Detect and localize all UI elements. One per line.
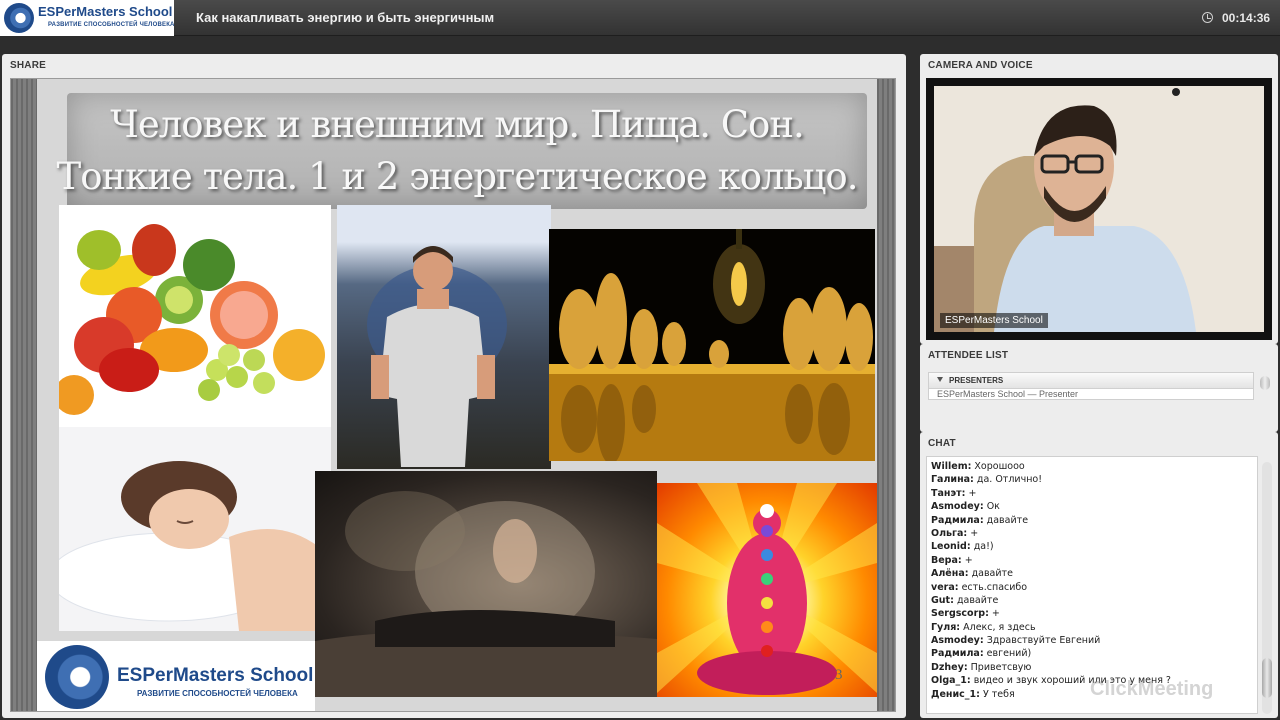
logo-text: ESPerMasters School [38, 4, 173, 19]
share-header: SHARE [10, 60, 47, 71]
share-panel: SHARE Человек и внешним мир. Пища. Сон. … [2, 54, 906, 718]
chat-message: Dzhey: Приветсвую [931, 661, 1257, 674]
chat-text: да!) [973, 541, 994, 553]
chat-message: Willem: Хорошооо [931, 460, 1257, 473]
chat-text: + [991, 608, 1000, 620]
eye-logo-icon [4, 3, 34, 33]
chat-username: Leonid: [931, 541, 971, 553]
webinar-room: ESPerMasters School РАЗВИТИЕ СПОСОБНОСТЕ… [0, 0, 1280, 720]
chat-message: Asmodey: Ок [931, 500, 1257, 513]
chat-message: vera: есть.спасибо [931, 581, 1257, 594]
slide-border-right [877, 79, 895, 711]
camera-name-label: ESPerMasters School [940, 313, 1048, 328]
camera-header: CAMERA AND VOICE [928, 60, 1033, 71]
chat-text: + [968, 487, 977, 499]
chat-text: Здравствуйте Евгений [986, 635, 1101, 647]
collapse-triangle-icon[interactable] [937, 377, 943, 382]
chat-message: Галина: да. Отлично! [931, 473, 1257, 486]
clock-icon [1202, 12, 1213, 23]
golden-forest-image [549, 229, 875, 461]
chat-username: Sergscorp: [931, 608, 989, 620]
chat-username: Asmodey: [931, 501, 984, 513]
astral-body-image [315, 471, 657, 697]
attendee-list-header: ATTENDEE LIST [928, 350, 1009, 361]
webinar-title: Как накапливать энергию и быть энергичны… [196, 10, 495, 25]
presenter-video: ESPerMasters School [934, 86, 1264, 332]
slide-border-left [11, 79, 37, 711]
session-timer: 00:14:36 [1222, 11, 1271, 25]
chat-username: Радмила: [931, 648, 984, 660]
chat-message: Радмила: давайте [931, 514, 1257, 527]
chat-message: Asmodey: Здравствуйте Евгений [931, 634, 1257, 647]
chat-username: Willem: [931, 461, 972, 472]
man-photo [337, 205, 551, 469]
logo-subtitle: РАЗВИТИЕ СПОСОБНОСТЕЙ ЧЕЛОВЕКА [48, 22, 175, 28]
chat-username: Вера: [931, 554, 962, 566]
presenters-group-label: PRESENTERS [949, 376, 1004, 385]
presentation-slide-frame: Человек и внешним мир. Пища. Сон. Тонкие… [10, 78, 896, 712]
chat-text: да. Отлично! [976, 474, 1043, 486]
sleeping-woman-image [59, 427, 331, 631]
camera-panel: CAMERA AND VOICE ESPerMasters School [920, 54, 1278, 344]
attendee-scrollbar[interactable] [1260, 376, 1270, 390]
eye-logo-icon [45, 645, 109, 709]
chat-text: + [970, 527, 979, 539]
chat-message: Гуля: Алекс, я здесь [931, 621, 1257, 634]
chat-username: Радмила: [931, 514, 984, 526]
slide-logo-text: ESPerMasters School [117, 665, 314, 686]
chat-username: Asmodey: [931, 635, 984, 647]
chat-scrollbar[interactable] [1262, 462, 1272, 714]
chat-scroll-thumb[interactable] [1262, 658, 1272, 698]
chat-text: У тебя [982, 688, 1015, 700]
school-logo: ESPerMasters School РАЗВИТИЕ СПОСОБНОСТЕ… [0, 0, 174, 36]
chat-username: Dzhey: [931, 661, 968, 673]
chat-message: Алёна: давайте [931, 567, 1257, 580]
chat-message: Gut: давайте [931, 594, 1257, 607]
presenters-group[interactable]: PRESENTERS [929, 373, 1253, 389]
slide-title-line-1: Человек и внешним мир. Пища. Сон. [110, 103, 805, 146]
chat-text: давайте [956, 594, 999, 606]
presentation-slide: Человек и внешним мир. Пища. Сон. Тонкие… [37, 79, 877, 711]
chat-text: Хорошооо [974, 461, 1025, 472]
slide-logo-subtitle: РАЗВИТИЕ СПОСОБНОСТЕЙ ЧЕЛОВЕКА [137, 689, 298, 698]
chat-text: + [964, 554, 973, 566]
chat-panel: CHAT Willem: Хорошооо Галина: да. Отлично… [920, 432, 1278, 718]
chat-messages: Willem: Хорошооо Галина: да. Отлично! Танэ… [926, 456, 1258, 714]
chat-message: Радмила: евгений) [931, 647, 1257, 660]
chakra-meditation-image [657, 483, 877, 697]
chat-message: Leonid: да!) [931, 540, 1257, 553]
chat-text: давайте [971, 568, 1013, 580]
chat-text: Приветсвую [970, 661, 1032, 673]
chat-username: vera: [931, 581, 959, 593]
chat-text: евгений) [986, 648, 1032, 660]
chat-message: Танэт: + [931, 487, 1257, 500]
chat-username: Танэт: [931, 487, 966, 499]
chat-username: Галина: [931, 474, 974, 486]
slide-school-logo: ESPerMasters School РАЗВИТИЕ СПОСОБНОСТЕ… [37, 641, 315, 711]
chat-message: Вера: + [931, 554, 1257, 567]
chat-username: Ольга: [931, 527, 968, 539]
chat-username: Алёна: [931, 568, 969, 580]
slide-page-number: 3 [835, 667, 843, 683]
chat-text: Ок [986, 501, 1000, 513]
chat-username: Gut: [931, 594, 954, 606]
chat-message: Ольга: + [931, 527, 1257, 540]
attendee-list-panel: ATTENDEE LIST PRESENTERS ESPerMasters Sc… [920, 344, 1278, 432]
chat-message: Sergscorp: + [931, 607, 1257, 620]
chat-text: Алекс, я здесь [963, 621, 1036, 633]
chat-username: Денис_1: [931, 688, 980, 700]
chat-header: CHAT [928, 438, 956, 449]
top-bar: ESPerMasters School РАЗВИТИЕ СПОСОБНОСТЕ… [0, 0, 1280, 36]
attendee-list: PRESENTERS ESPerMasters School — Present… [928, 372, 1254, 400]
chat-username: Olga_1: [931, 675, 971, 687]
slide-title-line-2: Тонкие тела. 1 и 2 энергетическое кольцо… [56, 155, 859, 198]
fruits-image [59, 205, 331, 427]
camera-feed[interactable]: ESPerMasters School [926, 78, 1272, 340]
chat-text: есть.спасибо [961, 581, 1028, 593]
chat-username: Гуля: [931, 621, 961, 633]
clickmeeting-watermark: ClickMeeting [1090, 678, 1214, 700]
chat-text: давайте [986, 514, 1029, 526]
attendee-row[interactable]: ESPerMasters School — Presenter [929, 389, 1253, 399]
